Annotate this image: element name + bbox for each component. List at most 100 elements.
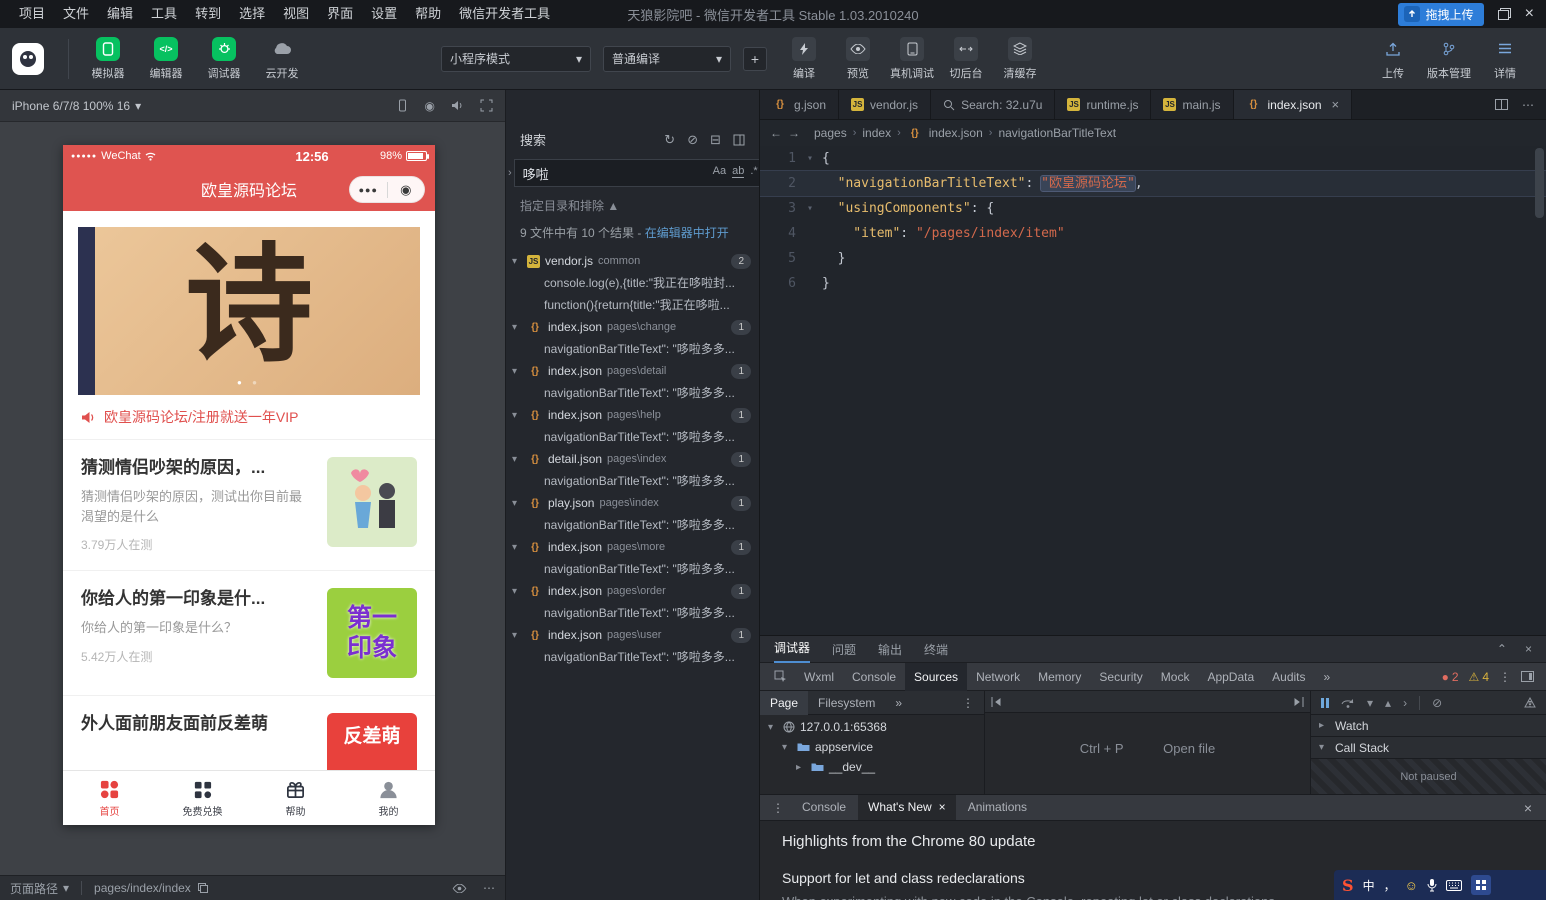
step-over-icon[interactable] (1341, 698, 1355, 708)
tab-help[interactable]: 帮助 (249, 771, 342, 825)
quiz-card[interactable]: 猜测情侣吵架的原因，... 猜测情侣吵架的原因，测试出你目前最渴望的是什么 3.… (63, 440, 435, 572)
error-count-badge[interactable]: ● 2 (1442, 670, 1459, 684)
search-result-file[interactable]: ▾ {} index.json pages\change 1 (506, 316, 759, 338)
drawer-menu-icon[interactable]: ⋮ (766, 801, 790, 815)
add-compile-mode-button[interactable]: + (743, 46, 767, 71)
pause-script-icon[interactable] (1321, 697, 1329, 708)
search-match[interactable]: navigationBarTitleText": "哆啦多多... (506, 646, 759, 668)
rotate-device-icon[interactable] (396, 99, 409, 112)
debugger-toggle-button[interactable]: 调试器 (195, 36, 253, 81)
app-logo[interactable] (12, 42, 44, 75)
close-panel-icon[interactable]: × (1525, 642, 1532, 656)
devtools-tab-memory[interactable]: Memory (1029, 663, 1090, 691)
breadcrumb-item[interactable]: pages (814, 126, 847, 140)
refresh-icon[interactable]: ↻ (664, 132, 675, 148)
search-match[interactable]: navigationBarTitleText": "哆啦多多... (506, 602, 759, 624)
devtools-tab-sources[interactable]: Sources (905, 662, 968, 691)
clear-results-icon[interactable]: ⊘ (687, 132, 698, 148)
step-out-icon[interactable]: ▴ (1385, 696, 1391, 710)
capsule-menu[interactable]: ●●● ◉ (349, 176, 425, 203)
collapse-all-icon[interactable]: ⊟ (710, 132, 721, 148)
search-match[interactable]: navigationBarTitleText": "哆啦多多... (506, 382, 759, 404)
search-result-file[interactable]: ▾ {} index.json pages\user 1 (506, 624, 759, 646)
tab-problems[interactable]: 问题 (832, 641, 856, 658)
tab-free-exchange[interactable]: 免费兑换 (156, 771, 249, 825)
pause-on-exceptions-icon[interactable] (1524, 696, 1536, 709)
open-in-editor-link[interactable]: 在编辑器中打开 (645, 226, 729, 240)
editor-tab[interactable]: {} g.json (760, 90, 840, 119)
deactivate-breakpoints-icon[interactable]: ⊘ (1432, 696, 1442, 710)
close-tab-icon[interactable]: × (939, 795, 946, 820)
more-options-icon[interactable]: ⋯ (483, 881, 495, 895)
preview-button[interactable]: 预览 (835, 36, 881, 81)
fold-icon[interactable]: ▾ (802, 146, 818, 171)
exit-miniprogram-icon[interactable]: ◉ (388, 182, 425, 198)
show-debugger-icon[interactable] (1292, 696, 1304, 707)
menu-interface[interactable]: 界面 (318, 0, 362, 28)
search-result-file[interactable]: ▾ JS vendor.js common 2 (506, 250, 759, 272)
step-into-icon[interactable]: ▾ (1367, 696, 1373, 710)
devtools-tab-appdata[interactable]: AppData (1198, 663, 1263, 691)
menu-tools[interactable]: 工具 (142, 0, 186, 28)
warning-count-badge[interactable]: ⚠ 4 (1469, 670, 1489, 684)
keyboard-icon[interactable] (1445, 879, 1462, 891)
mode-select[interactable]: 小程序模式 ▾ (441, 45, 591, 72)
navigator-overflow-icon[interactable]: » (885, 691, 912, 715)
background-switch-button[interactable]: 切后台 (943, 36, 989, 81)
search-match[interactable]: navigationBarTitleText": "哆啦多多... (506, 426, 759, 448)
clear-cache-button[interactable]: 清缓存 (997, 36, 1043, 81)
banner-carousel[interactable]: 诗 ● ● (78, 227, 420, 395)
ime-toolbar[interactable]: S 中 ， ☺ (1334, 870, 1546, 900)
call-stack-section[interactable]: ▾ Call Stack (1311, 737, 1546, 759)
search-match[interactable]: navigationBarTitleText": "哆啦多多... (506, 558, 759, 580)
tab-overflow-icon[interactable]: » (1315, 663, 1340, 691)
restore-window-button[interactable] (1497, 8, 1511, 20)
microphone-icon[interactable] (1427, 878, 1437, 892)
editor-tab[interactable]: JS main.js (1151, 90, 1234, 119)
menu-goto[interactable]: 转到 (186, 0, 230, 28)
code-editor[interactable]: 1 ▾ { 2 "navigationBarTitleText": "欧皇源码论… (760, 146, 1546, 635)
devtools-tab-security[interactable]: Security (1090, 663, 1151, 691)
notice-bar[interactable]: 欧皇源码论坛/注册就送一年VIP (63, 395, 435, 440)
devtools-tab-network[interactable]: Network (967, 663, 1029, 691)
inspect-element-icon[interactable] (766, 670, 795, 683)
regex-icon[interactable]: .* (750, 165, 757, 178)
tab-debugger[interactable]: 调试器 (774, 636, 811, 663)
open-new-editor-icon[interactable] (733, 134, 745, 146)
breadcrumb-item[interactable]: index.json (929, 126, 983, 140)
split-editor-icon[interactable] (1495, 99, 1508, 110)
editor-tab-active[interactable]: {} index.json × (1233, 90, 1353, 119)
close-tab-icon[interactable]: × (1332, 97, 1340, 112)
search-match[interactable]: navigationBarTitleText": "哆啦多多... (506, 514, 759, 536)
menu-project[interactable]: 项目 (10, 0, 54, 28)
more-menu-icon[interactable]: ●●● (350, 185, 387, 195)
editor-toggle-button[interactable]: </> 编辑器 (137, 36, 195, 81)
search-result-file[interactable]: ▾ {} play.json pages\index 1 (506, 492, 759, 514)
tab-terminal[interactable]: 终端 (924, 641, 948, 658)
emoji-icon[interactable]: ☺ (1405, 878, 1418, 893)
menu-devtools[interactable]: 微信开发者工具 (450, 0, 559, 28)
search-match[interactable]: navigationBarTitleText": "哆啦多多... (506, 470, 759, 492)
editor-tab[interactable]: JS runtime.js (1055, 90, 1152, 119)
quiz-card[interactable]: 你给人的第一印象是什... 你给人的第一印象是什么？ 5.42万人在测 第一 印… (63, 571, 435, 697)
ime-punctuation-toggle[interactable]: ， (1384, 877, 1396, 894)
sound-icon[interactable] (451, 100, 464, 111)
compile-button[interactable]: 编译 (781, 36, 827, 81)
version-control-button[interactable]: 版本管理 (1426, 37, 1472, 81)
editor-scrollbar[interactable] (1535, 148, 1544, 218)
editor-tab[interactable]: JS vendor.js (839, 90, 932, 119)
compile-select[interactable]: 普通编译 ▾ (603, 45, 731, 72)
devtools-tab-mock[interactable]: Mock (1152, 663, 1199, 691)
navigator-menu-icon[interactable]: ⋮ (952, 691, 984, 715)
close-window-button[interactable]: × (1525, 6, 1534, 22)
more-actions-icon[interactable]: ⋯ (1522, 98, 1534, 112)
fold-icon[interactable]: ▾ (802, 196, 818, 221)
record-icon[interactable]: ◉ (425, 99, 435, 113)
breadcrumb-symbol[interactable]: navigationBarTitleText (998, 126, 1116, 140)
simulator-toggle-button[interactable]: 模拟器 (79, 36, 137, 81)
phone-screen[interactable]: ●●●●● WeChat 12:56 98% 欧皇源码论坛 ●●● ◉ 诗 ● … (63, 145, 435, 825)
search-result-file[interactable]: ▾ {} detail.json pages\index 1 (506, 448, 759, 470)
dock-side-icon[interactable] (1521, 671, 1534, 682)
visibility-icon[interactable] (452, 883, 467, 893)
page-path-selector[interactable]: 页面路径 ▾ (10, 880, 69, 897)
